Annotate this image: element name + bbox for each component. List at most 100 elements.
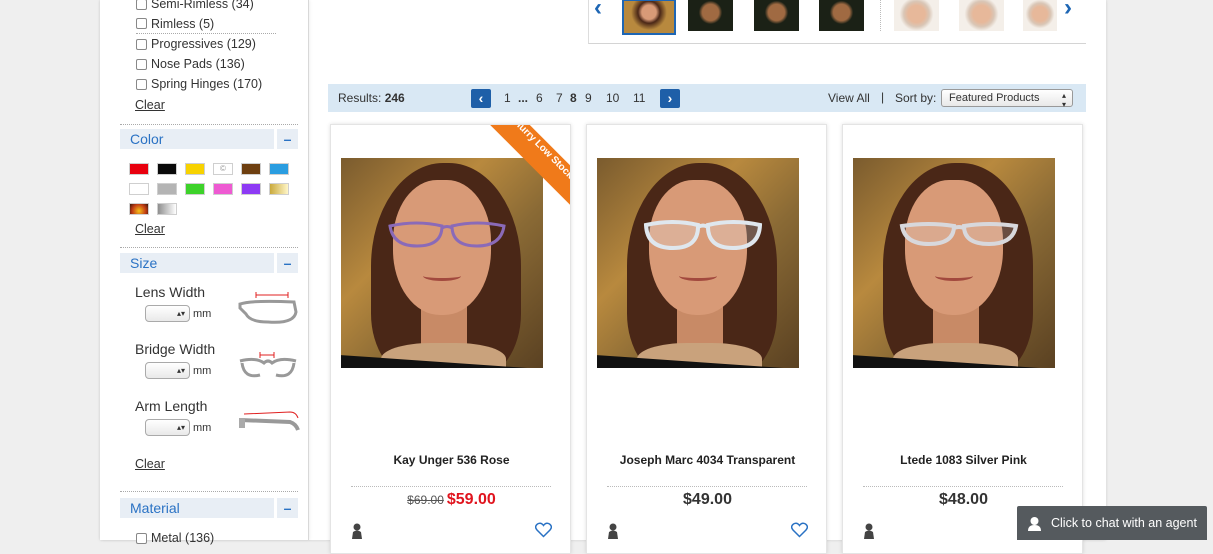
page-link-11[interactable]: 11	[633, 91, 645, 105]
divider	[120, 247, 298, 248]
unit-label: mm	[193, 365, 212, 377]
page-link-10[interactable]: 10	[606, 91, 619, 105]
checkbox[interactable]	[136, 38, 147, 50]
color-swatch-green[interactable]	[185, 183, 205, 195]
divider	[351, 486, 551, 487]
face-thumbnail[interactable]	[1023, 0, 1057, 31]
page-link-1[interactable]: 1	[504, 91, 511, 105]
face-thumbnail-selected[interactable]	[622, 0, 676, 35]
filter-metal[interactable]: Metal (136)	[136, 528, 276, 548]
virtual-try-on-icon[interactable]	[351, 523, 363, 539]
original-price: $69.00	[407, 493, 444, 507]
page-link-7[interactable]: 7	[556, 91, 563, 105]
glasses-overlay	[388, 221, 506, 248]
size-section-title: Size	[120, 253, 274, 273]
product-name[interactable]: Joseph Marc 4034 Transparent	[587, 453, 826, 467]
sort-label: Sort by:	[895, 91, 937, 105]
bridge-width-select[interactable]: ▴▾	[145, 362, 190, 379]
sort-select[interactable]: Featured Products ▴ ▾	[941, 89, 1073, 109]
product-price: $49.00	[683, 491, 732, 508]
checkbox[interactable]	[136, 0, 147, 10]
divider	[607, 486, 807, 487]
page-link-9[interactable]: 9	[585, 91, 592, 105]
product-name[interactable]: Kay Unger 536 Rose	[331, 453, 570, 467]
page-container: Semi-Rimless (34) Rimless (5) Progressiv…	[100, 0, 1106, 554]
color-swatch-gray[interactable]	[157, 183, 177, 195]
divider	[880, 0, 881, 31]
view-all-link[interactable]: View All	[828, 91, 870, 105]
arm-length-select[interactable]: ▴▾	[145, 419, 190, 436]
checkbox[interactable]	[136, 18, 147, 29]
page-link-6[interactable]: 6	[536, 91, 543, 105]
virtual-try-on-icon[interactable]	[863, 523, 875, 539]
page-current-8: 8	[570, 91, 577, 105]
face-thumbnail[interactable]	[894, 0, 939, 31]
filter-semi-rimless[interactable]: Semi-Rimless (34)	[136, 0, 276, 14]
results-count: Results: 246	[338, 91, 405, 105]
color-swatch-white[interactable]	[129, 183, 149, 195]
select-arrows-icon: ▴ ▾	[1061, 91, 1066, 109]
product-name[interactable]: Ltede 1083 Silver Pink	[843, 453, 1082, 467]
prev-page-button[interactable]: ‹	[471, 89, 491, 108]
clear-rim-filters-link[interactable]: Clear	[135, 98, 165, 112]
collapse-size-button[interactable]: –	[277, 253, 298, 273]
checkbox[interactable]	[136, 58, 147, 70]
color-swatch-purple[interactable]	[241, 183, 261, 195]
product-card[interactable]: Joseph Marc 4034 Transparent $49.00	[586, 124, 827, 554]
divider	[863, 486, 1063, 487]
face-thumbnail[interactable]	[754, 0, 799, 31]
unit-label: mm	[193, 422, 212, 434]
material-section-header[interactable]: Material –	[120, 498, 298, 518]
arm-length-icon	[239, 411, 300, 431]
material-section-title: Material	[120, 498, 274, 518]
product-price: $69.00 $59.00	[331, 491, 570, 509]
chat-with-agent-button[interactable]: Click to chat with an agent	[1017, 506, 1207, 540]
color-swatch-silver[interactable]	[157, 203, 177, 215]
size-section-header[interactable]: Size –	[120, 253, 298, 273]
clear-size-link[interactable]: Clear	[135, 457, 165, 471]
virtual-try-on-icon[interactable]	[607, 523, 619, 539]
results-toolbar: Results: 246 ‹ 1 ... 6 7 8 9 10 11 › Vie…	[328, 84, 1086, 112]
color-swatch-pink[interactable]	[213, 183, 233, 195]
color-swatch-yellow[interactable]	[185, 163, 205, 175]
filter-progressives[interactable]: Progressives (129)	[136, 34, 276, 54]
lens-width-icon	[238, 292, 298, 324]
color-swatch-tortoise[interactable]	[129, 203, 149, 215]
lens-width-select[interactable]: ▴▾	[145, 305, 190, 322]
filter-nose-pads[interactable]: Nose Pads (136)	[136, 54, 276, 74]
color-swatch-black[interactable]	[157, 163, 177, 175]
product-card[interactable]: Ltede 1083 Silver Pink $48.00	[842, 124, 1083, 554]
chevron-right-icon[interactable]: ›	[1064, 0, 1072, 22]
color-swatch-blue[interactable]	[269, 163, 289, 175]
face-thumbnail-strip: ‹ ›	[588, 0, 1086, 44]
checkbox[interactable]	[136, 532, 147, 544]
color-section-header[interactable]: Color –	[120, 129, 298, 149]
face-thumbnail[interactable]	[819, 0, 864, 31]
heart-icon[interactable]	[535, 522, 552, 538]
color-swatch-gold[interactable]	[269, 183, 289, 195]
color-section-title: Color	[120, 129, 274, 149]
color-swatch-brown[interactable]	[241, 163, 261, 175]
filter-sidebar: Semi-Rimless (34) Rimless (5) Progressiv…	[100, 0, 309, 545]
collapse-material-button[interactable]: –	[277, 498, 298, 518]
bridge-width-label: Bridge Width	[135, 341, 216, 357]
next-page-button[interactable]: ›	[660, 89, 680, 108]
product-card[interactable]: Hurry Low Stock! Kay Unger 536 Rose $69.…	[330, 124, 571, 554]
page-ellipsis: ...	[518, 91, 529, 105]
color-swatch-clear[interactable]: ©	[213, 163, 233, 175]
clear-color-link[interactable]: Clear	[135, 222, 165, 236]
divider: |	[881, 90, 885, 104]
face-thumbnail[interactable]	[959, 0, 1004, 31]
color-swatch-red[interactable]	[129, 163, 149, 175]
product-tryon-image[interactable]	[597, 158, 799, 368]
checkbox[interactable]	[136, 78, 147, 90]
product-tryon-image[interactable]	[853, 158, 1055, 368]
filter-spring-hinges[interactable]: Spring Hinges (170)	[136, 74, 276, 94]
rim-filter-list: Semi-Rimless (34) Rimless (5) Progressiv…	[136, 0, 276, 94]
product-tryon-image[interactable]	[341, 158, 543, 368]
face-thumbnail[interactable]	[688, 0, 733, 31]
collapse-color-button[interactable]: –	[277, 129, 298, 149]
filter-rimless[interactable]: Rimless (5)	[136, 14, 276, 34]
chevron-left-icon[interactable]: ‹	[594, 0, 602, 22]
heart-icon[interactable]	[791, 522, 808, 538]
